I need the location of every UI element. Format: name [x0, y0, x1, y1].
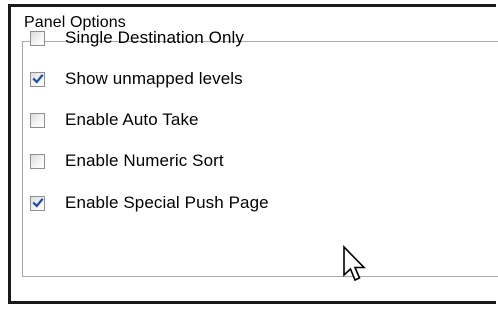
option-single-destination-only[interactable]: Single Destination Only — [30, 26, 244, 50]
checkbox-show-unmapped-levels[interactable] — [30, 71, 45, 87]
option-label: Enable Auto Take — [65, 110, 199, 129]
checkbox-enable-auto-take[interactable] — [30, 112, 45, 128]
check-icon — [32, 73, 44, 84]
option-label: Single Destination Only — [65, 28, 245, 47]
check-icon — [32, 197, 44, 208]
panel-options-window: Panel Options Single Destination Only Sh… — [8, 4, 498, 304]
option-label: Enable Special Push Page — [65, 193, 269, 212]
option-enable-numeric-sort[interactable]: Enable Numeric Sort — [30, 149, 224, 173]
checkbox-single-destination-only[interactable] — [30, 30, 45, 46]
option-show-unmapped-levels[interactable]: Show unmapped levels — [30, 67, 243, 91]
option-enable-auto-take[interactable]: Enable Auto Take — [30, 108, 199, 132]
checkbox-enable-special-push-page[interactable] — [30, 195, 45, 211]
checkbox-enable-numeric-sort[interactable] — [30, 153, 45, 169]
option-label: Enable Numeric Sort — [65, 151, 224, 170]
option-enable-special-push-page[interactable]: Enable Special Push Page — [30, 191, 269, 215]
option-label: Show unmapped levels — [65, 69, 243, 88]
